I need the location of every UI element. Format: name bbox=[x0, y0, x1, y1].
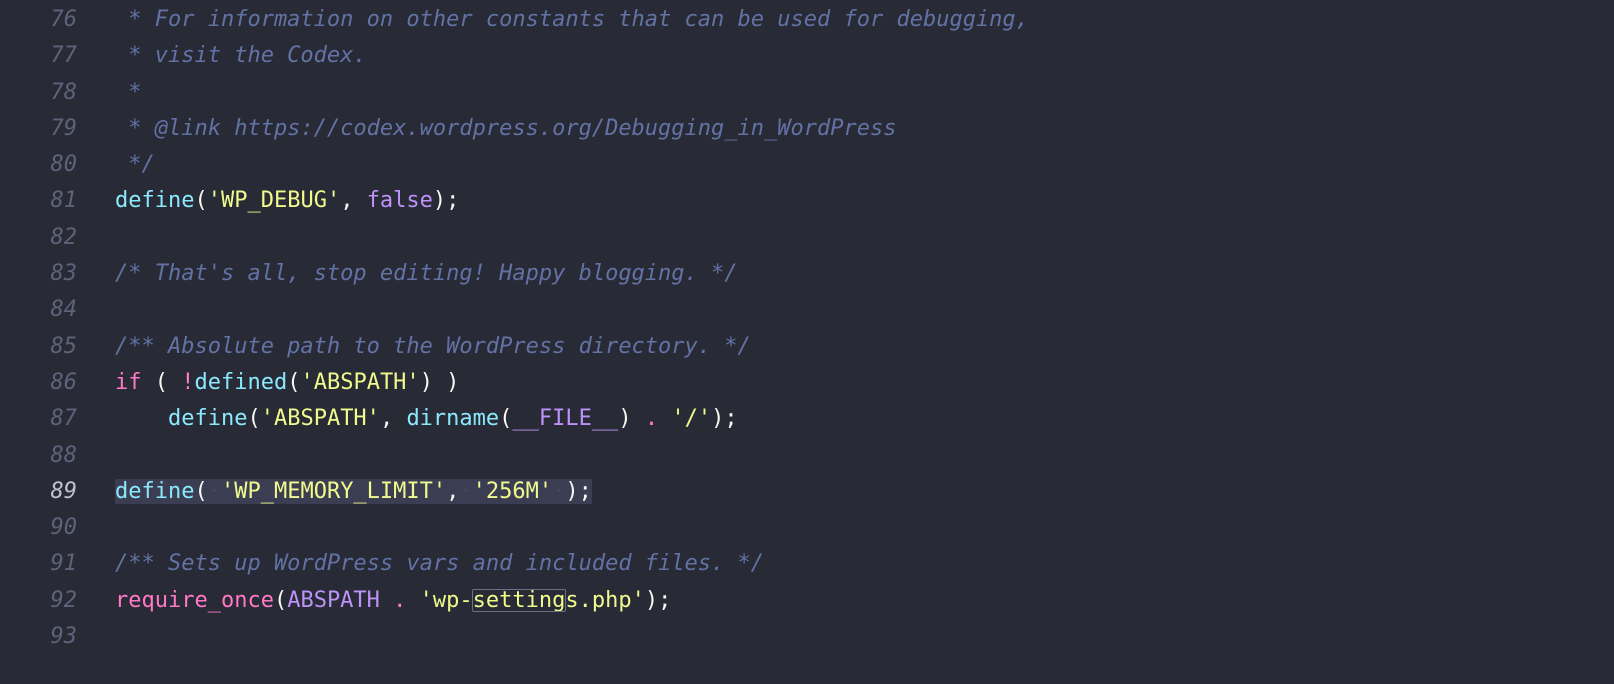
token: dirname bbox=[406, 406, 499, 431]
token bbox=[115, 406, 168, 431]
token: ( bbox=[194, 479, 207, 504]
line-number: 91 bbox=[0, 546, 77, 582]
line-number: 84 bbox=[0, 292, 77, 328]
token: * visit the Codex. bbox=[115, 43, 367, 68]
code-line[interactable]: /** Absolute path to the WordPress direc… bbox=[115, 329, 1614, 365]
code-area[interactable]: * For information on other constants tha… bbox=[95, 0, 1614, 684]
token: ) ) bbox=[420, 370, 460, 395]
token: ); bbox=[645, 588, 672, 613]
code-line[interactable]: * bbox=[115, 75, 1614, 111]
code-line[interactable] bbox=[115, 438, 1614, 474]
code-line[interactable] bbox=[115, 292, 1614, 328]
token: define bbox=[168, 406, 247, 431]
code-line[interactable] bbox=[115, 510, 1614, 546]
code-line[interactable]: define('ABSPATH', dirname(__FILE__) . '/… bbox=[115, 401, 1614, 437]
token: · bbox=[459, 479, 472, 504]
token bbox=[380, 588, 393, 613]
code-line[interactable]: /* That's all, stop editing! Happy blogg… bbox=[115, 256, 1614, 292]
token: ) bbox=[618, 406, 645, 431]
token: ); bbox=[433, 188, 460, 213]
token: . bbox=[645, 406, 658, 431]
token: ( bbox=[287, 370, 300, 395]
token: , bbox=[380, 406, 407, 431]
code-line[interactable]: * @link https://codex.wordpress.org/Debu… bbox=[115, 111, 1614, 147]
code-line[interactable]: define('WP_DEBUG', false); bbox=[115, 183, 1614, 219]
line-number-gutter: 767778798081828384858687888990919293 bbox=[0, 0, 95, 684]
token: ); bbox=[565, 479, 592, 504]
token: 'WP_MEMORY_LIMIT' bbox=[221, 479, 446, 504]
token: ( bbox=[499, 406, 512, 431]
token: ! bbox=[181, 370, 194, 395]
token: '/' bbox=[671, 406, 711, 431]
token: * bbox=[115, 80, 142, 105]
code-line[interactable]: define(·'WP_MEMORY_LIMIT',·'256M'·); bbox=[115, 474, 1614, 510]
token: defined bbox=[195, 370, 288, 395]
token: ( bbox=[194, 188, 207, 213]
code-line[interactable]: /** Sets up WordPress vars and included … bbox=[115, 546, 1614, 582]
token: ABSPATH bbox=[287, 588, 380, 613]
token: * For information on other constants tha… bbox=[115, 7, 1029, 32]
line-number: 90 bbox=[0, 510, 77, 546]
line-number: 85 bbox=[0, 329, 77, 365]
code-line[interactable]: * For information on other constants tha… bbox=[115, 2, 1614, 38]
token bbox=[658, 406, 671, 431]
token: , bbox=[340, 188, 367, 213]
token: ( bbox=[247, 406, 260, 431]
token: ( bbox=[274, 588, 287, 613]
line-number: 81 bbox=[0, 183, 77, 219]
token bbox=[406, 588, 419, 613]
code-line[interactable] bbox=[115, 220, 1614, 256]
token: __FILE__ bbox=[512, 406, 618, 431]
token: if bbox=[115, 370, 142, 395]
code-line[interactable]: if ( !defined('ABSPATH') ) bbox=[115, 365, 1614, 401]
token: 'WP_DEBUG' bbox=[208, 188, 340, 213]
line-number: 87 bbox=[0, 401, 77, 437]
token: s.php' bbox=[565, 588, 644, 613]
selection: define(·'WP_MEMORY_LIMIT',·'256M'·); bbox=[115, 479, 592, 504]
token: · bbox=[208, 479, 221, 504]
token: 'ABSPATH' bbox=[261, 406, 380, 431]
line-number: 76 bbox=[0, 2, 77, 38]
token: define bbox=[115, 479, 194, 504]
token: * @link https://codex.wordpress.org/Debu… bbox=[115, 116, 896, 141]
token: false bbox=[367, 188, 433, 213]
code-editor[interactable]: 767778798081828384858687888990919293 * F… bbox=[0, 0, 1614, 684]
token: define bbox=[115, 188, 194, 213]
line-number: 92 bbox=[0, 583, 77, 619]
line-number: 83 bbox=[0, 256, 77, 292]
token: require_once bbox=[115, 588, 274, 613]
line-number: 89 bbox=[0, 474, 77, 510]
line-number: 78 bbox=[0, 75, 77, 111]
line-number: 82 bbox=[0, 220, 77, 256]
line-number: 86 bbox=[0, 365, 77, 401]
line-number: 88 bbox=[0, 438, 77, 474]
code-line[interactable]: */ bbox=[115, 147, 1614, 183]
token: /** Sets up WordPress vars and included … bbox=[115, 551, 764, 576]
token: /** Absolute path to the WordPress direc… bbox=[115, 334, 751, 359]
token: 'ABSPATH' bbox=[300, 370, 419, 395]
token: , bbox=[446, 479, 459, 504]
token: ); bbox=[711, 406, 738, 431]
code-line[interactable] bbox=[115, 619, 1614, 655]
code-line[interactable]: * visit the Codex. bbox=[115, 38, 1614, 74]
code-line[interactable]: require_once(ABSPATH . 'wp-settings.php'… bbox=[115, 583, 1614, 619]
token: /* That's all, stop editing! Happy blogg… bbox=[115, 261, 738, 286]
token: setting bbox=[473, 588, 566, 613]
token: . bbox=[393, 588, 406, 613]
token: */ bbox=[115, 152, 155, 177]
line-number: 80 bbox=[0, 147, 77, 183]
token: '256M' bbox=[473, 479, 552, 504]
token: · bbox=[552, 479, 565, 504]
token: 'wp- bbox=[420, 588, 473, 613]
line-number: 77 bbox=[0, 38, 77, 74]
line-number: 93 bbox=[0, 619, 77, 655]
token: ( bbox=[142, 370, 182, 395]
line-number: 79 bbox=[0, 111, 77, 147]
